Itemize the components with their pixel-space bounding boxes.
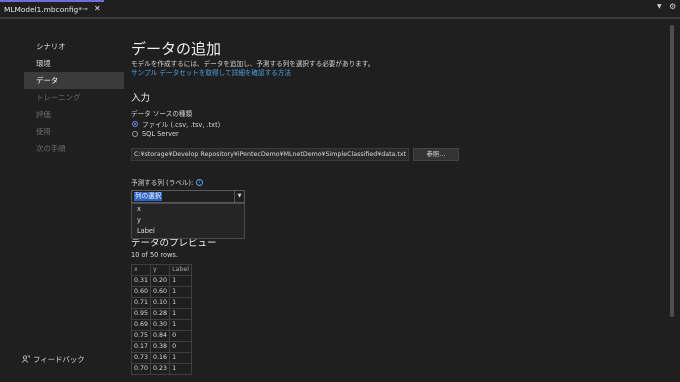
dropdown-option-y[interactable]: y <box>132 215 244 226</box>
wizard-nav: シナリオ 環境 データ トレーニング 評価 使用 次の手順 <box>24 38 124 157</box>
radio-sql[interactable] <box>132 131 138 137</box>
predict-column-label-row: 予測する列 (ラベル): i <box>131 177 204 187</box>
table-row: 0.95 0.28 1 <box>130 308 193 320</box>
datasource-type-label: データ ソースの種類 <box>131 110 193 118</box>
label-column-combo[interactable]: 列の選択 ▼ <box>131 190 245 203</box>
column-dropdown-list: x y Label <box>131 203 245 239</box>
table-cell: 0.75 <box>130 330 152 342</box>
table-cell: 0.20 <box>150 275 171 287</box>
document-tab[interactable]: MLModel1.mbconfig* ⊸ ✕ <box>0 0 104 17</box>
radio-file[interactable] <box>132 121 138 127</box>
nav-item-consume: 使用 <box>36 127 51 136</box>
table-row: 0.75 0.84 0 <box>130 330 193 342</box>
radio-sql-label: SQL Server <box>142 130 179 138</box>
table-cell: 1 <box>169 308 193 320</box>
feedback-label: フィードバック <box>33 355 85 364</box>
column-header-label: Label <box>169 264 193 276</box>
table-cell: 0.71 <box>130 297 152 309</box>
table-cell: 1 <box>169 319 193 331</box>
input-heading: 入力 <box>131 93 151 104</box>
table-cell: 1 <box>169 363 193 375</box>
table-row: 0.73 0.16 1 <box>130 352 193 364</box>
column-header-x: x <box>130 264 152 276</box>
table-cell: 0.73 <box>130 352 152 364</box>
document-tab-strip: MLModel1.mbconfig* ⊸ ✕ ▼ ⚙ <box>0 0 680 19</box>
table-cell: 0.10 <box>150 297 171 309</box>
radio-file-label: ファイル (.csv, .tsv, .txt) <box>142 121 221 129</box>
table-cell: 0 <box>169 341 193 353</box>
table-header-row: x y Label <box>130 264 193 276</box>
dropdown-option-x[interactable]: x <box>132 204 244 215</box>
nav-item-scenario[interactable]: シナリオ <box>24 38 124 55</box>
scrollbar-thumb[interactable] <box>670 25 674 317</box>
tab-title: MLModel1.mbconfig* <box>4 5 82 14</box>
nav-item-next-steps: 次の手順 <box>36 144 66 153</box>
table-cell: 1 <box>169 352 193 364</box>
table-cell: 0 <box>169 330 193 342</box>
table-cell: 0.38 <box>150 341 171 353</box>
table-cell: 0.95 <box>130 308 152 320</box>
table-row: 0.31 0.20 1 <box>130 275 193 287</box>
close-icon[interactable]: ✕ <box>94 4 101 13</box>
file-path-input[interactable]: C:¥storage¥Develop Repository¥iPentecDem… <box>131 148 409 161</box>
table-row: 0.60 0.60 1 <box>130 286 193 298</box>
combo-selected-value: 列の選択 <box>134 192 163 201</box>
nav-item-evaluate: 評価 <box>36 110 51 119</box>
table-row: 0.70 0.23 1 <box>130 363 193 375</box>
info-icon[interactable]: i <box>196 178 204 186</box>
gear-icon[interactable]: ⚙ <box>669 2 676 11</box>
rows-count: 10 of 50 rows. <box>131 251 178 259</box>
feedback-icon <box>22 354 30 365</box>
table-cell: 1 <box>169 286 193 298</box>
table-cell: 0.30 <box>150 319 171 331</box>
table-cell: 1 <box>169 275 193 287</box>
table-cell: 0.28 <box>150 308 171 320</box>
table-cell: 0.17 <box>130 341 152 353</box>
table-cell: 0.16 <box>150 352 171 364</box>
predict-column-label: 予測する列 (ラベル): <box>131 179 194 187</box>
radio-file-option[interactable]: ファイル (.csv, .tsv, .txt) <box>132 119 220 129</box>
nav-item-environment[interactable]: 環境 <box>24 55 124 72</box>
pin-icon[interactable]: ⊸ <box>82 5 88 13</box>
sample-dataset-link[interactable]: サンプル データセットを取得して詳細を確認する方法 <box>131 67 291 77</box>
table-cell: 0.60 <box>150 286 171 298</box>
radio-sql-option[interactable]: SQL Server <box>132 130 179 138</box>
table-cell: 1 <box>169 297 193 309</box>
nav-item-training: トレーニング <box>36 93 81 102</box>
table-row: 0.69 0.30 1 <box>130 319 193 331</box>
browse-button[interactable]: 参照... <box>413 148 459 161</box>
nav-item-data[interactable]: データ <box>24 72 124 89</box>
page-title: データの追加 <box>131 40 222 58</box>
column-header-y: y <box>150 264 171 276</box>
table-row: 0.17 0.38 0 <box>130 341 193 353</box>
dropdown-option-label[interactable]: Label <box>132 226 244 237</box>
feedback-link[interactable]: フィードバック <box>22 354 85 365</box>
table-cell: 0.69 <box>130 319 152 331</box>
chevron-down-icon[interactable]: ▼ <box>234 191 244 202</box>
table-cell: 0.23 <box>150 363 171 375</box>
data-preview-table: x y Label 0.31 0.20 1 0.60 0.60 1 0.71 0.10 1 … <box>130 264 193 375</box>
table-cell: 0.31 <box>130 275 152 287</box>
table-cell: 0.70 <box>130 363 152 375</box>
table-cell: 0.60 <box>130 286 152 298</box>
table-cell: 0.84 <box>150 330 171 342</box>
chevron-down-icon[interactable]: ▼ <box>657 3 662 10</box>
table-row: 0.71 0.10 1 <box>130 297 193 309</box>
